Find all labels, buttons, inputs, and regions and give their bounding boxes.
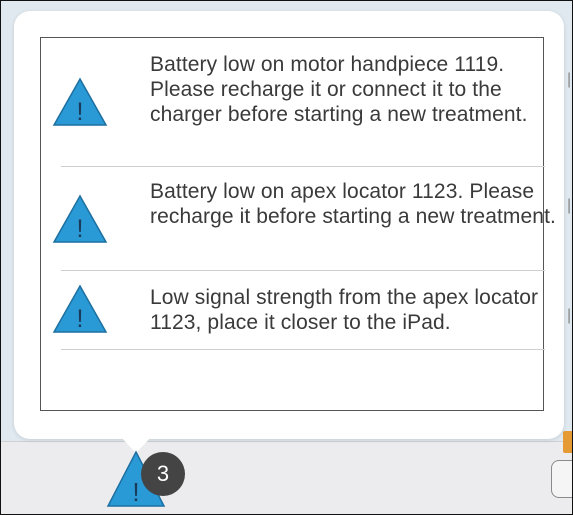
edge-tick-icon: | (567, 71, 572, 88)
edge-tick-icon: | (567, 197, 572, 214)
warning-triangle-icon: ! (52, 194, 108, 243)
alert-message: Battery low on motor handpiece 1119. Ple… (150, 53, 528, 126)
edge-tick-icon: | (567, 307, 572, 324)
svg-text:!: ! (77, 305, 84, 333)
warning-triangle-icon: ! (52, 77, 108, 126)
svg-text:!: ! (132, 477, 139, 507)
alert-item[interactable]: ! Battery low on motor handpiece 1119. P… (52, 38, 545, 167)
alerts-list: ! Battery low on motor handpiece 1119. P… (40, 37, 556, 411)
bottom-toolbar (1, 441, 572, 514)
svg-text:!: ! (77, 98, 84, 126)
toolbar-control-button[interactable] (551, 460, 572, 498)
app-window: | | | ! Battery low on motor handpiece 1… (0, 0, 573, 515)
alert-item[interactable]: ! Low signal strength from the apex loca… (52, 271, 545, 350)
warning-triangle-icon: ! (52, 284, 108, 333)
alert-count-badge: 3 (141, 452, 185, 496)
status-indicator (563, 431, 572, 453)
svg-text:!: ! (77, 215, 84, 243)
alert-item[interactable]: ! Battery low on apex locator 1123. Plea… (52, 167, 556, 271)
alert-message: Battery low on apex locator 1123. Please… (150, 180, 556, 228)
alert-message: Low signal strength from the apex locato… (150, 286, 539, 334)
